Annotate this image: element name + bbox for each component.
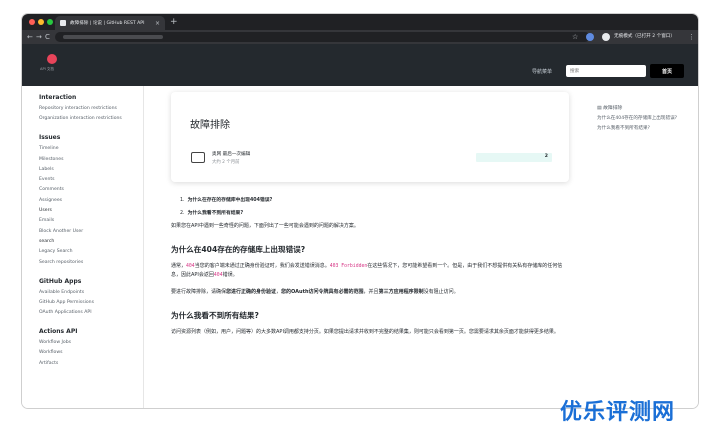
sidebar-item[interactable]: OAuth Applications API (39, 310, 135, 316)
address-bar[interactable] (55, 32, 590, 42)
toc-item[interactable]: 1. 为什么在存在的存储库中出现404错误? (180, 196, 571, 203)
sidebar-item[interactable]: Block Another User (39, 229, 135, 235)
toc-item[interactable]: 2. 为什么我看不到所有结果? (180, 209, 571, 216)
paragraph-404-explain: 通常，404当您的客户端未通过正确身份验证时，我们会发送错误消息。403 For… (171, 263, 563, 278)
sidebar-item[interactable]: Repository interaction restrictions (39, 106, 135, 112)
sidebar-item[interactable]: Assignees (39, 198, 135, 204)
sidebar-item[interactable]: Comments (39, 187, 135, 193)
main-content: 故障排除 奥网 最后一次编辑 大约 2 个月前 2 1. 为什么在存在的存储库中出… (144, 86, 584, 408)
section-heading-404: 为什么在404存在的存储库上出现错误? (171, 245, 306, 254)
sidebar-item[interactable]: Labels (39, 167, 135, 173)
reload-icon[interactable]: C (45, 32, 50, 42)
home-button[interactable]: 首页 (650, 64, 684, 78)
browser-tab[interactable]: 故障排除 | 论说 | GitHub REST API × (55, 16, 165, 30)
incognito-avatar-icon[interactable] (602, 33, 610, 41)
section-heading-pagination: 为什么我看不到所有结果? (171, 311, 259, 320)
forward-icon[interactable]: → (36, 32, 42, 42)
sidebar-item[interactable]: Emails (39, 218, 135, 224)
right-toc-item[interactable]: 为什么我看不到所有结果? (597, 126, 689, 132)
back-icon[interactable]: ← (27, 32, 33, 42)
sidebar-group-title[interactable]: GitHub Apps (39, 278, 143, 285)
extension-icon[interactable] (586, 33, 594, 41)
sidebar-item[interactable]: Events (39, 177, 135, 183)
watermark-text: 优乐评测网 (560, 400, 676, 425)
inline-code: 404 (186, 264, 195, 269)
tab-strip: 故障排除 | 论说 | GitHub REST API × + (22, 14, 698, 30)
screenshot-frame: 故障排除 | 论说 | GitHub REST API × + ← → C ☆ … (0, 0, 720, 433)
page-title: 故障排除 (190, 120, 230, 131)
logo-icon[interactable] (47, 54, 57, 64)
sidebar: Interaction Repository interaction restri… (22, 86, 144, 408)
sidebar-item[interactable]: Legacy Search (39, 249, 135, 255)
browser-toolbar: ← → C ☆ 无痕模式（已打开 2 个窗口） ⋮ (22, 30, 698, 44)
sidebar-item[interactable]: Timeline (39, 146, 135, 152)
sidebar-item[interactable]: Search repositories (39, 260, 135, 266)
paragraph-troubleshoot: 要进行故障排除，请确保您进行正确的身份验证，您的OAuth访问令牌具有必需的范围… (171, 289, 459, 295)
article-body: 1. 为什么在存在的存储库中出现404错误? 2. 为什么我看不到所有结果? 如果您… (171, 196, 571, 337)
sidebar-item[interactable]: Workflow Jobs (39, 340, 135, 346)
title-card: 故障排除 奥网 最后一次编辑 大约 2 个月前 2 (171, 92, 569, 182)
sidebar-item[interactable]: Milestones (39, 157, 135, 163)
sidebar-group-title[interactable]: Interaction (39, 94, 143, 101)
sidebar-group-title[interactable]: Issues (39, 134, 143, 141)
inline-code: 403 Forbidden (329, 264, 368, 269)
search-input[interactable] (566, 65, 646, 77)
content-area: Interaction Repository interaction restri… (22, 86, 698, 408)
inline-code: 404 (213, 273, 223, 278)
incognito-label[interactable]: 无痕模式（已打开 2 个窗口） (614, 32, 675, 42)
last-edited-by: 奥网 最后一次编辑 (212, 152, 251, 157)
sidebar-item[interactable]: Artifacts (39, 361, 135, 367)
minimize-window-button[interactable] (38, 19, 44, 25)
sidebar-item[interactable]: search (39, 239, 135, 245)
sidebar-item[interactable]: Organization interaction restrictions (39, 116, 135, 122)
favicon-icon (60, 20, 66, 26)
last-edited-time: 大约 2 个月前 (212, 160, 240, 165)
third-party-link[interactable]: 第三方应用程序限制 (379, 289, 424, 295)
sidebar-item[interactable]: GitHub App Permissions (39, 300, 135, 306)
sidebar-item[interactable]: Workflows (39, 350, 135, 356)
bookmark-star-icon[interactable]: ☆ (572, 32, 578, 42)
scope-link[interactable]: 您的OAuth访问令牌具有必需的范围 (281, 289, 364, 295)
maximize-window-button[interactable] (47, 19, 53, 25)
contributors-count: 2 (544, 154, 548, 159)
contributors-bar[interactable]: 2 (476, 153, 552, 162)
auth-link[interactable]: 您进行正确的身份验证 (226, 289, 276, 295)
intro-paragraph: 如果您在API中遇到一些奇怪的问题，下面列出了一些可能会遇到的问题的解决方案。 (171, 223, 359, 229)
new-tab-button[interactable]: + (170, 16, 178, 28)
right-toc: ▤ 故障排除 为什么在404存在的存储库上出现错误? 为什么我看不到所有结果? (597, 104, 689, 136)
browser-window: 故障排除 | 论说 | GitHub REST API × + ← → C ☆ … (22, 14, 698, 408)
tab-close-icon[interactable]: × (155, 20, 160, 27)
edit-history-icon[interactable] (191, 152, 205, 163)
nav-menu-link[interactable]: 导航菜单 (532, 68, 552, 75)
sidebar-item[interactable]: Available Endpoints (39, 290, 135, 296)
sidebar-item[interactable]: Users (39, 208, 135, 214)
right-toc-item[interactable]: 为什么在404存在的存储库上出现错误? (597, 116, 689, 122)
paragraph-pagination: 访问资源列表（例如，用户，问题等）的大多数API调用都支持分页。如果您提出请求并… (171, 329, 559, 335)
close-window-button[interactable] (29, 19, 35, 25)
logo-subtitle: API 文档 (40, 67, 55, 71)
address-bar-url (63, 35, 163, 39)
sidebar-group-title[interactable]: Actions API (39, 328, 143, 335)
right-toc-title: ▤ 故障排除 (597, 106, 623, 111)
browser-menu-icon[interactable]: ⋮ (688, 32, 695, 42)
site-header: API 文档 导航菜单 首页 (22, 44, 698, 86)
article-toc: 1. 为什么在存在的存储库中出现404错误? 2. 为什么我看不到所有结果? (180, 196, 571, 216)
tab-title: 故障排除 | 论说 | GitHub REST API (70, 21, 145, 26)
